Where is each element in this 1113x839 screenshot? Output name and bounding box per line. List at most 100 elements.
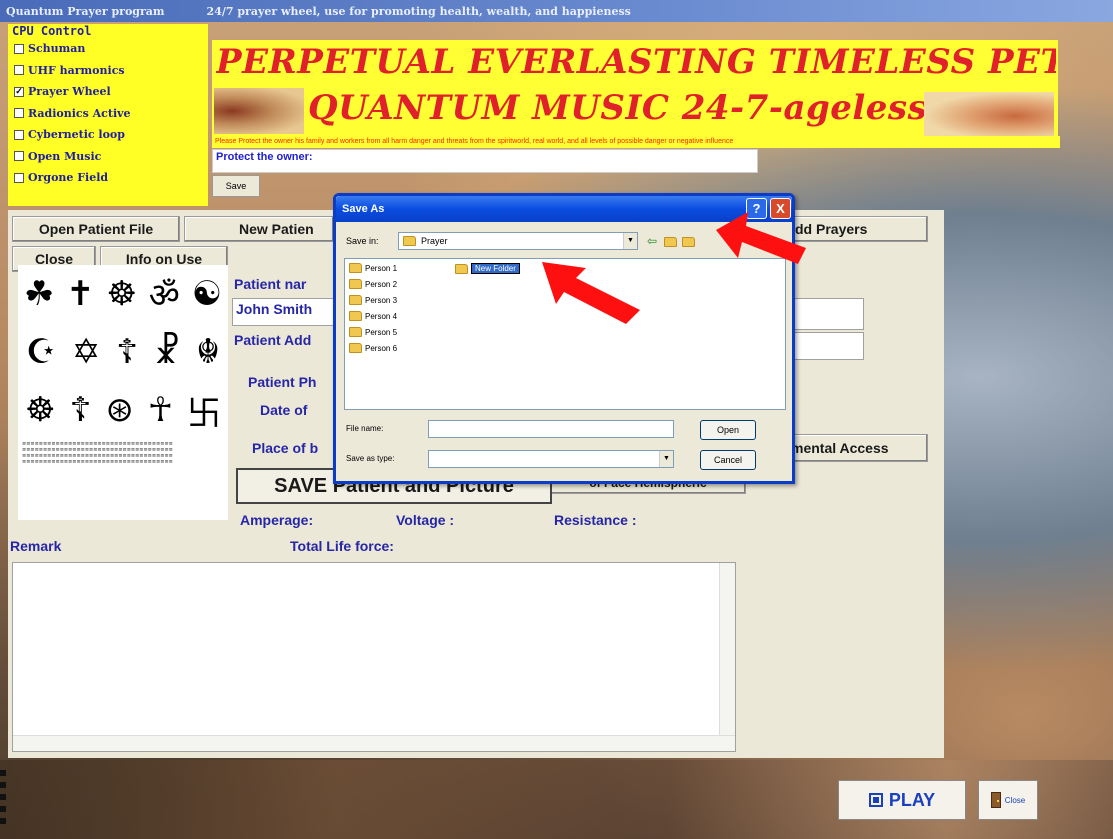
list-item[interactable]: Person 2 xyxy=(349,279,397,289)
patient-address-field[interactable] xyxy=(792,332,864,360)
angel-image-left xyxy=(214,88,304,134)
patient-name-label: Patient nar xyxy=(234,276,307,292)
checkbox-label: Cybernetic loop xyxy=(28,128,125,142)
folder-icon xyxy=(455,263,468,274)
checkbox-orgone-field[interactable]: Orgone Field xyxy=(8,167,208,189)
folder-name: Person 5 xyxy=(365,327,398,337)
list-item[interactable]: Person 3 xyxy=(349,295,397,305)
angel-image-right xyxy=(924,92,1054,140)
app-name: Quantum Prayer program xyxy=(6,4,165,18)
protection-note: Please Protect the owner his family and … xyxy=(214,136,1060,148)
place-of-birth-label: Place of b xyxy=(252,440,319,456)
close-app-label: Close xyxy=(1004,795,1026,805)
checkbox-cybernetic-loop[interactable]: Cybernetic loop xyxy=(8,124,208,146)
checkbox-prayer-wheel[interactable]: ✓ Prayer Wheel xyxy=(8,81,208,103)
file-name-input[interactable] xyxy=(428,420,674,438)
folder-icon xyxy=(349,263,362,273)
cancel-button[interactable]: Cancel xyxy=(700,450,756,470)
remark-label: Remark xyxy=(10,538,62,554)
protect-owner-field[interactable]: Protect the owner: xyxy=(212,149,758,173)
checkbox-label: Radionics Active xyxy=(28,106,131,120)
play-icon xyxy=(868,793,883,807)
title-bar: Quantum Prayer program 24/7 prayer wheel… xyxy=(0,0,1113,22)
banner-title-line1: PERPETUAL EVERLASTING TIMELESS PET xyxy=(216,42,1056,82)
remark-horizontal-scrollbar[interactable] xyxy=(13,735,735,751)
cpu-control-panel: CPU Control Schuman UHF harmonics ✓ Praye… xyxy=(8,24,208,206)
checkbox-box[interactable] xyxy=(14,151,24,162)
open-button[interactable]: Open xyxy=(700,420,756,440)
checkbox-uhf-harmonics[interactable]: UHF harmonics xyxy=(8,60,208,82)
open-patient-file-button[interactable]: Open Patient File xyxy=(12,216,180,242)
checkbox-box[interactable] xyxy=(14,108,24,119)
checkbox-label: Open Music xyxy=(28,149,102,163)
checkbox-box[interactable] xyxy=(14,172,24,183)
patient-address-label: Patient Add xyxy=(234,332,312,348)
play-label: PLAY xyxy=(888,789,936,810)
folder-name: Person 6 xyxy=(365,343,398,353)
app-tagline: 24/7 prayer wheel, use for promoting hea… xyxy=(206,4,631,18)
banner: PERPETUAL EVERLASTING TIMELESS PET QUANT… xyxy=(212,40,1058,148)
save-in-dropdown[interactable]: Prayer ▼ xyxy=(398,232,638,250)
folder-name: Person 4 xyxy=(365,311,398,321)
protect-save-button[interactable]: Save xyxy=(212,175,260,197)
religious-symbols-image: ☘ ✝ ☸ ॐ ☯ ☪ ✡ ☦ ☧ ☬ ☸ ☦ ⊛ ☥ 卐 ≡≡≡≡≡≡≡≡≡≡≡≡≡≡≡≡≡≡≡≡≡≡… xyxy=(18,265,228,520)
new-folder-icon[interactable] xyxy=(680,234,696,248)
edge-marks xyxy=(0,770,6,830)
new-folder-name-editor[interactable]: New Folder xyxy=(471,263,520,274)
door-icon xyxy=(990,792,1001,808)
new-patient-button[interactable]: New Patien xyxy=(184,216,334,242)
patient-photo-label: Patient Ph xyxy=(248,374,317,390)
play-button[interactable]: PLAY xyxy=(838,780,966,820)
list-item[interactable]: Person 1 xyxy=(349,263,397,273)
red-arrow-icon xyxy=(542,262,640,324)
date-of-birth-label: Date of xyxy=(260,402,308,418)
save-in-label: Save in: xyxy=(346,236,379,246)
cpu-control-title: CPU Control xyxy=(12,24,92,38)
patient-name-field-right[interactable] xyxy=(792,298,864,330)
list-item[interactable]: Person 6 xyxy=(349,343,397,353)
folder-name: Person 1 xyxy=(365,263,398,273)
resistance-label: Resistance : xyxy=(554,512,637,528)
save-as-type-dropdown[interactable]: ▼ xyxy=(428,450,674,468)
checkbox-open-music[interactable]: Open Music xyxy=(8,146,208,168)
checkbox-box[interactable] xyxy=(14,129,24,140)
folder-icon xyxy=(349,279,362,289)
checkbox-label: Prayer Wheel xyxy=(28,85,111,99)
checkbox-label: Orgone Field xyxy=(28,171,109,185)
folder-icon xyxy=(349,343,362,353)
save-as-type-label: Save as type: xyxy=(346,454,395,463)
chevron-down-icon[interactable]: ▼ xyxy=(659,451,673,467)
folder-icon xyxy=(349,295,362,305)
folder-name: Person 2 xyxy=(365,279,398,289)
close-app-button[interactable]: Close xyxy=(978,780,1038,820)
checkbox-box[interactable] xyxy=(14,65,24,76)
folder-icon xyxy=(349,311,362,321)
patient-name-field[interactable]: John Smith xyxy=(232,298,336,326)
file-name-label: File name: xyxy=(346,424,384,433)
red-arrow-icon xyxy=(716,212,806,264)
mental-access-button[interactable]: mental Access xyxy=(788,434,928,462)
save-in-value: Prayer xyxy=(421,236,448,246)
checkbox-radionics-active[interactable]: Radionics Active xyxy=(8,103,208,125)
folder-icon xyxy=(349,327,362,337)
voltage-label: Voltage : xyxy=(396,512,455,528)
checkbox-box[interactable] xyxy=(14,43,24,54)
banner-title-line2: QUANTUM MUSIC 24-7-ageless xyxy=(308,88,928,128)
remark-vertical-scrollbar[interactable] xyxy=(719,563,735,737)
checkbox-label: UHF harmonics xyxy=(28,63,125,77)
checkbox-label: Schuman xyxy=(28,42,86,56)
new-folder-item[interactable]: New Folder xyxy=(455,263,520,274)
total-life-force-label: Total Life force: xyxy=(290,538,394,554)
back-arrow-icon[interactable]: ⇦ xyxy=(644,234,660,248)
list-item[interactable]: Person 5 xyxy=(349,327,397,337)
checkbox-schuman[interactable]: Schuman xyxy=(8,38,208,60)
checkbox-box-checked[interactable]: ✓ xyxy=(14,86,24,97)
amperage-label: Amperage: xyxy=(240,512,314,528)
up-folder-icon[interactable] xyxy=(662,234,678,248)
folder-icon xyxy=(403,236,416,246)
remark-textarea[interactable] xyxy=(12,562,736,752)
chevron-down-icon[interactable]: ▼ xyxy=(623,233,637,249)
folder-name: Person 3 xyxy=(365,295,398,305)
list-item[interactable]: Person 4 xyxy=(349,311,397,321)
dialog-title: Save As xyxy=(342,203,385,215)
